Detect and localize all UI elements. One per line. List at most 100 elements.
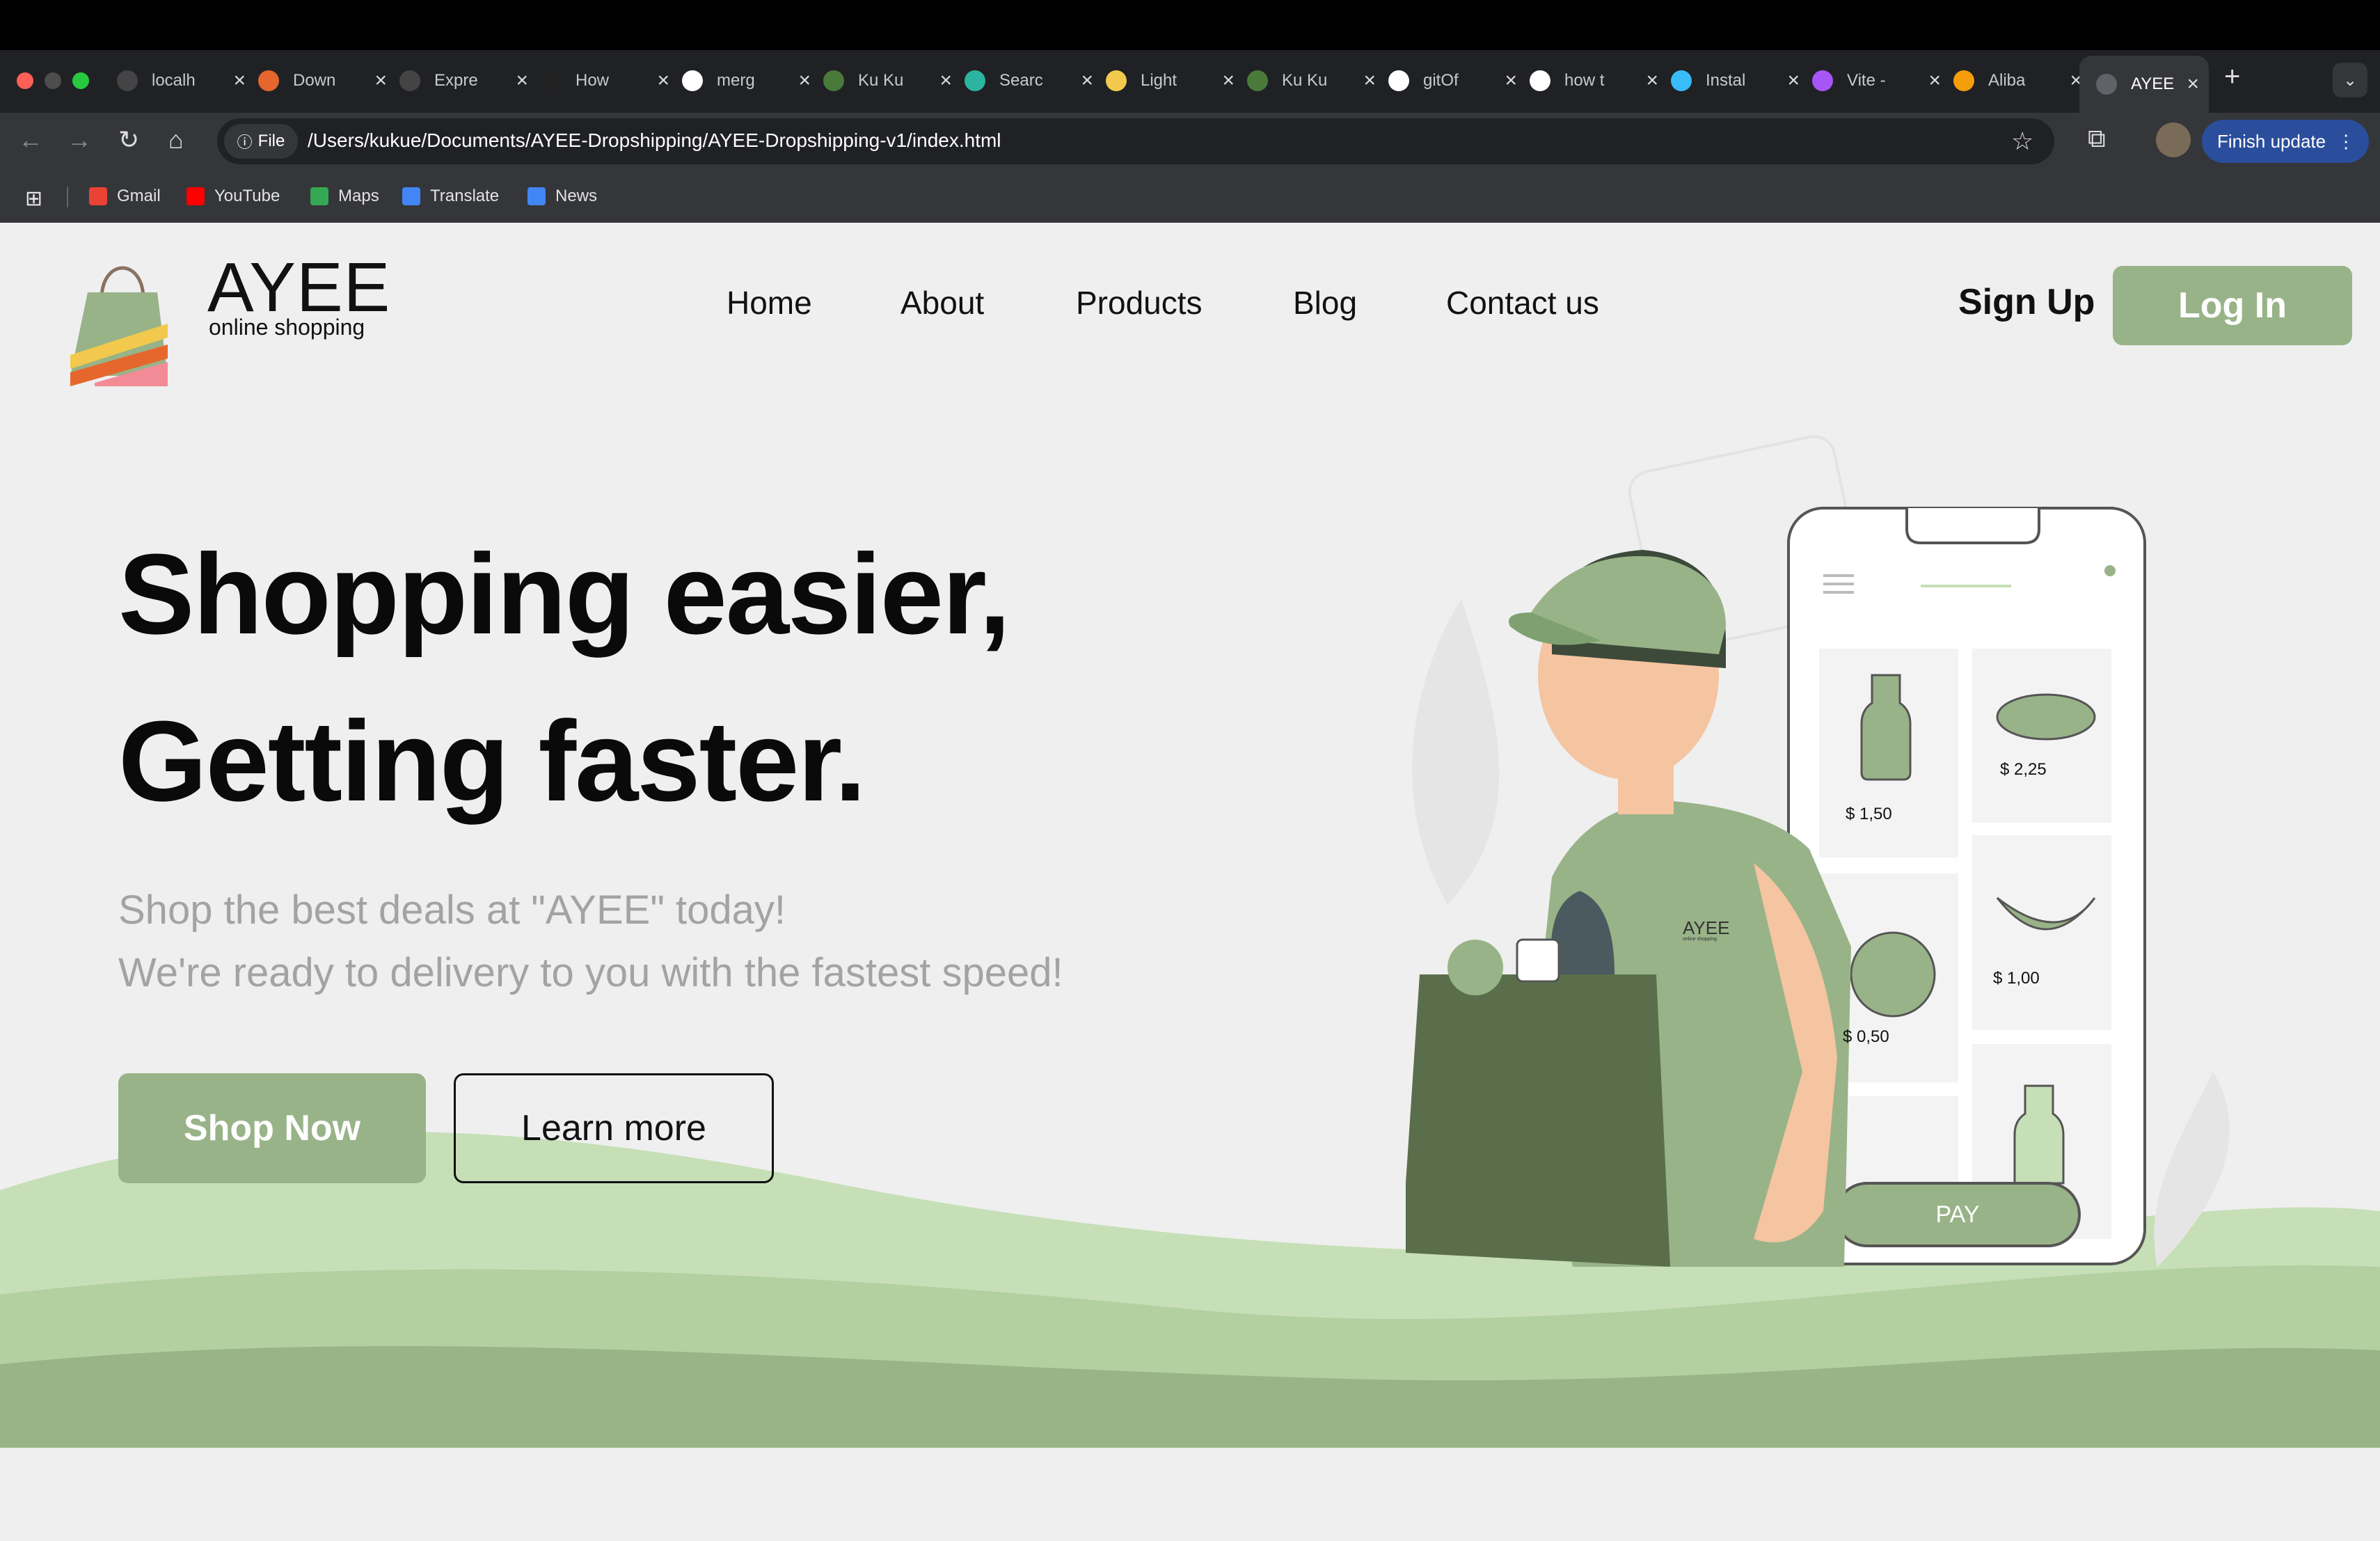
browser-chrome: localh × Down × Expre × How × merg × Ku Ku × Searc × L…	[0, 0, 2380, 223]
tab-favicon-icon	[1388, 70, 1409, 91]
finish-update-button[interactable]: Finish update ⋮	[2202, 120, 2369, 163]
close-tab-icon[interactable]: ×	[657, 69, 669, 93]
tab-title: Searc	[999, 71, 1043, 90]
tab-2[interactable]: Expre ×	[399, 63, 528, 99]
tab-0[interactable]: localh ×	[117, 63, 246, 99]
tab-1[interactable]: Down ×	[258, 63, 387, 99]
sign-up-link[interactable]: Sign Up	[1958, 281, 2095, 323]
bookmark-favicon-icon	[187, 187, 205, 205]
globe-icon	[2096, 74, 2117, 95]
bookmark-favicon-icon	[527, 187, 546, 205]
price-bread: $ 2,25	[2000, 760, 2047, 779]
bookmark-favicon-icon	[310, 187, 328, 205]
nav-about[interactable]: About	[901, 284, 984, 322]
extensions-icon[interactable]: ⧉	[2088, 124, 2106, 154]
tab-6[interactable]: Searc ×	[965, 63, 1093, 99]
close-tab-icon[interactable]: ×	[1363, 69, 1376, 93]
nav-blog[interactable]: Blog	[1293, 284, 1357, 322]
nav-home[interactable]: Home	[727, 284, 812, 322]
tab-8[interactable]: Ku Ku ×	[1247, 63, 1376, 99]
tab-favicon-icon	[1671, 70, 1692, 91]
tab-title: How	[576, 71, 610, 90]
info-icon: ⓘ	[237, 134, 253, 151]
tab-title: Aliba	[1988, 71, 2026, 90]
close-tab-icon[interactable]: ×	[1787, 69, 1800, 93]
close-tab-icon[interactable]: ×	[374, 69, 387, 93]
tab-favicon-icon	[1247, 70, 1268, 91]
apps-icon[interactable]: ⊞	[25, 187, 42, 211]
bookmark-star-icon[interactable]: ☆	[2011, 127, 2033, 156]
bookmark-label: News	[555, 187, 598, 205]
tab-5[interactable]: Ku Ku ×	[823, 63, 952, 99]
tab-12[interactable]: Vite - ×	[1812, 63, 1941, 99]
tab-13[interactable]: Aliba ×	[1953, 63, 2082, 99]
hero-subtitle-line1: Shop the best deals at "AYEE" today!	[118, 887, 786, 933]
bookmark-favicon-icon	[89, 187, 107, 205]
tab-active[interactable]: AYEE ×	[2079, 56, 2209, 113]
bookmark-label: Maps	[338, 187, 379, 205]
profile-avatar[interactable]	[2156, 123, 2191, 157]
close-tab-icon[interactable]: ×	[2187, 72, 2199, 96]
bookmark-divider	[67, 187, 68, 207]
close-tab-icon[interactable]: ×	[798, 69, 811, 93]
shop-now-button[interactable]: Shop Now	[118, 1073, 426, 1183]
tab-title: AYEE	[2131, 74, 2174, 93]
nav-products[interactable]: Products	[1076, 284, 1203, 322]
tab-title: merg	[717, 71, 755, 90]
price-banana: $ 1,00	[1993, 969, 2040, 988]
kebab-menu-icon: ⋮	[2337, 130, 2356, 152]
reload-icon[interactable]: ↻	[118, 125, 139, 155]
tab-title: Down	[293, 71, 336, 90]
bookmark-2[interactable]: Maps	[310, 187, 379, 206]
forward-icon[interactable]: →	[67, 125, 92, 155]
site-info-label: File	[257, 132, 285, 150]
back-icon[interactable]: ←	[18, 125, 43, 155]
bookmark-favicon-icon	[402, 187, 420, 205]
close-tab-icon[interactable]: ×	[1505, 69, 1517, 93]
tab-4[interactable]: merg ×	[682, 63, 811, 99]
tab-title: Vite -	[1847, 71, 1886, 90]
nav-contact[interactable]: Contact us	[1446, 284, 1599, 322]
bookmark-0[interactable]: Gmail	[89, 187, 161, 206]
tab-11[interactable]: Instal ×	[1671, 63, 1800, 99]
close-tab-icon[interactable]: ×	[233, 69, 246, 93]
tab-favicon-icon	[823, 70, 844, 91]
tab-10[interactable]: how t ×	[1530, 63, 1658, 99]
site-info-chip[interactable]: ⓘ File	[224, 124, 298, 159]
new-tab-button[interactable]: +	[2224, 61, 2240, 93]
url-text[interactable]: /Users/kukue/Documents/AYEE-Dropshipping…	[308, 129, 1001, 152]
close-tab-icon[interactable]: ×	[939, 69, 952, 93]
close-tab-icon[interactable]: ×	[1081, 69, 1093, 93]
tab-favicon-icon	[1530, 70, 1550, 91]
home-icon[interactable]: ⌂	[168, 125, 184, 155]
tab-3[interactable]: How ×	[541, 63, 669, 99]
tab-title: localh	[152, 71, 196, 90]
tab-7[interactable]: Light ×	[1106, 63, 1235, 99]
shirt-logo-tagline: online shopping	[1683, 937, 1717, 942]
close-tab-icon[interactable]: ×	[1646, 69, 1658, 93]
learn-more-button[interactable]: Learn more	[454, 1073, 774, 1183]
maximize-window-button[interactable]	[72, 72, 89, 89]
bookmark-1[interactable]: YouTube	[187, 187, 280, 206]
tab-search-button[interactable]: ⌄	[2333, 63, 2367, 97]
close-tab-icon[interactable]: ×	[516, 69, 528, 93]
hero-headline-line1: Shopping easier,	[118, 530, 1010, 658]
pay-button-label: PAY	[1935, 1201, 1980, 1228]
log-in-button[interactable]: Log In	[2113, 266, 2352, 345]
close-tab-icon[interactable]: ×	[1928, 69, 1941, 93]
bookmark-3[interactable]: Translate	[402, 187, 499, 206]
menu-bar-strip	[0, 0, 2380, 50]
tab-favicon-icon	[117, 70, 138, 91]
price-milk: $ 1,50	[1846, 805, 1892, 823]
tab-favicon-icon	[399, 70, 420, 91]
tab-favicon-icon	[965, 70, 985, 91]
close-window-button[interactable]	[17, 72, 33, 89]
tab-favicon-icon	[1812, 70, 1833, 91]
tab-favicon-icon	[1953, 70, 1974, 91]
tab-9[interactable]: gitOf ×	[1388, 63, 1517, 99]
close-tab-icon[interactable]: ×	[1222, 69, 1235, 93]
tab-title: Ku Ku	[1282, 71, 1328, 90]
tab-title: Instal	[1706, 71, 1746, 90]
minimize-window-button[interactable]	[45, 72, 61, 89]
bookmark-4[interactable]: News	[527, 187, 597, 206]
